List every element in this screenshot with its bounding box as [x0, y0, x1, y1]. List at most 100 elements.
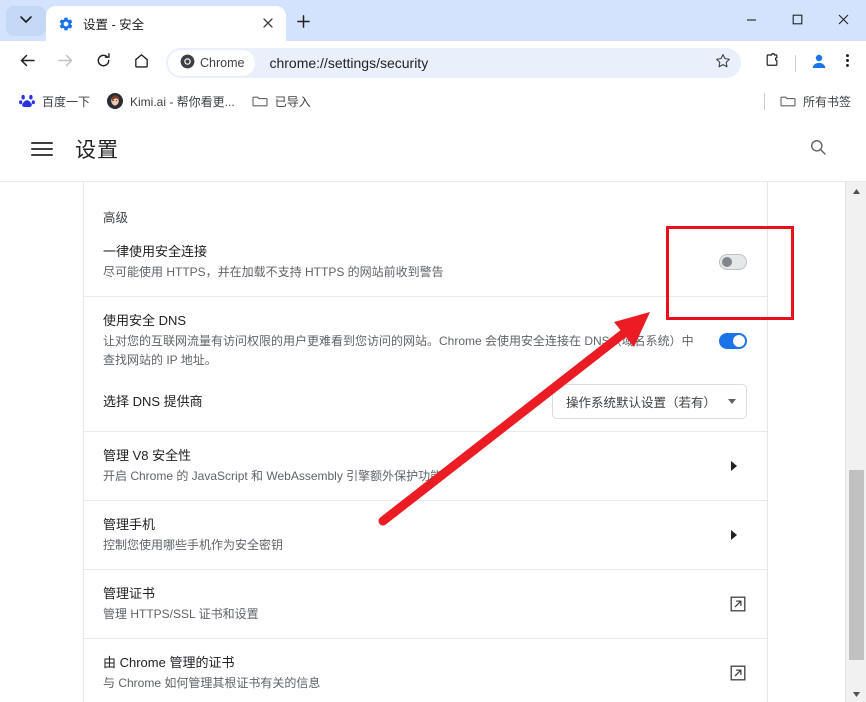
search-icon: [809, 138, 827, 161]
row-subtitle: 让对您的互联网流量有访问权限的用户更难看到您访问的网站。Chrome 会使用安全…: [103, 334, 694, 367]
row-subtitle: 控制您使用哪些手机作为安全密钥: [103, 538, 284, 552]
row-title: 管理 V8 安全性: [103, 448, 192, 463]
page-scrollbar[interactable]: [845, 182, 866, 702]
row-subtitle: 管理 HTTPS/SSL 证书和设置: [103, 607, 259, 621]
profile-avatar-icon: [810, 52, 828, 75]
row-text: 管理手机 控制您使用哪些手机作为安全密钥: [103, 515, 731, 555]
settings-header: 设置: [0, 117, 866, 182]
back-button[interactable]: [12, 48, 42, 78]
puzzle-piece-icon: [764, 52, 781, 74]
bookmark-item[interactable]: Kimi.ai - 帮你看更...: [100, 89, 242, 113]
tab-close-button[interactable]: [258, 14, 278, 34]
bookmarks-bar: 百度一下 Kimi.ai - 帮你看更... 已导入 所有书签: [0, 85, 866, 117]
toolbar-right-actions: [745, 48, 866, 78]
setting-row-chrome-root-store[interactable]: 由 Chrome 管理的证书 与 Chrome 如何管理其根证书有关的信息: [84, 639, 767, 702]
minimize-button[interactable]: [728, 0, 774, 41]
maximize-icon: [792, 12, 803, 30]
scrollbar-thumb[interactable]: [849, 470, 864, 660]
all-bookmarks-button[interactable]: 所有书签: [773, 89, 858, 113]
toggle-knob: [733, 334, 745, 347]
chevron-right-icon[interactable]: [731, 461, 741, 471]
row-subtitle: 与 Chrome 如何管理其根证书有关的信息: [103, 676, 321, 690]
page-title: 设置: [75, 139, 119, 162]
toggle-knob: [722, 257, 732, 267]
browser-window: 设置 - 安全 Chrome chrome://settings/securit…: [0, 0, 866, 702]
chevron-down-icon: [19, 12, 33, 31]
row-text: 管理证书 管理 HTTPS/SSL 证书和设置: [103, 584, 729, 624]
url-text[interactable]: chrome://settings/security: [269, 55, 709, 71]
scroll-down-arrow-icon: [852, 685, 861, 702]
tab-title: 设置 - 安全: [83, 18, 145, 32]
chevron-right-icon[interactable]: [731, 530, 741, 540]
row-text: 管理 V8 安全性 开启 Chrome 的 JavaScript 和 WebAs…: [103, 446, 731, 486]
settings-gear-icon: [58, 16, 74, 32]
settings-content: 高级 一律使用安全连接 尽可能使用 HTTPS，并在加载不支持 HTTPS 的网…: [0, 182, 866, 702]
external-link-icon[interactable]: [729, 595, 747, 613]
section-label-advanced: 高级: [103, 211, 129, 225]
new-tab-button[interactable]: [290, 11, 316, 37]
row-title: 管理证书: [103, 586, 156, 601]
profile-button[interactable]: [804, 48, 834, 78]
window-controls: [728, 0, 866, 41]
all-bookmarks-label: 所有书签: [802, 94, 851, 109]
row-text: 使用安全 DNS 让对您的互联网流量有访问权限的用户更难看到您访问的网站。Chr…: [103, 311, 719, 370]
browser-toolbar: Chrome chrome://settings/security: [0, 41, 866, 85]
hamburger-menu-icon[interactable]: [31, 138, 53, 160]
kimi-favicon: [107, 93, 124, 109]
home-button[interactable]: [126, 48, 156, 78]
setting-row-secure-dns[interactable]: 使用安全 DNS 让对您的互联网流量有访问权限的用户更难看到您访问的网站。Chr…: [84, 297, 767, 378]
scrollbar-up-button[interactable]: [846, 182, 866, 199]
address-bar[interactable]: Chrome chrome://settings/security: [166, 48, 741, 78]
title-bar: 设置 - 安全: [0, 0, 866, 41]
back-arrow-icon: [19, 52, 36, 74]
row-title: 选择 DNS 提供商: [103, 394, 203, 409]
baidu-favicon: [19, 93, 35, 109]
settings-search-button[interactable]: [806, 137, 830, 161]
dns-provider-select[interactable]: 操作系统默认设置（若有）: [551, 384, 747, 419]
three-dot-menu-icon: [840, 53, 855, 73]
browser-tab[interactable]: 设置 - 安全: [46, 6, 286, 41]
setting-row-v8-security[interactable]: 管理 V8 安全性 开启 Chrome 的 JavaScript 和 WebAs…: [84, 432, 767, 501]
toolbar-divider: [795, 54, 796, 72]
tab-search-button[interactable]: [6, 6, 46, 36]
bookmark-label: Kimi.ai - 帮你看更...: [130, 94, 235, 109]
bookmarks-bar-right: 所有书签: [756, 89, 866, 113]
external-link-icon[interactable]: [729, 664, 747, 682]
setting-row-https-only[interactable]: 一律使用安全连接 尽可能使用 HTTPS，并在加载不支持 HTTPS 的网站前收…: [84, 226, 767, 297]
setting-row-manage-phones[interactable]: 管理手机 控制您使用哪些手机作为安全密钥: [84, 501, 767, 570]
row-text: 一律使用安全连接 尽可能使用 HTTPS，并在加载不支持 HTTPS 的网站前收…: [103, 242, 719, 282]
close-icon: [263, 15, 273, 33]
setting-row-dns-provider[interactable]: 选择 DNS 提供商 操作系统默认设置（若有）: [84, 378, 767, 432]
row-text: 由 Chrome 管理的证书 与 Chrome 如何管理其根证书有关的信息: [103, 653, 729, 693]
bookmark-star-button[interactable]: [709, 49, 737, 77]
security-settings-card: 高级 一律使用安全连接 尽可能使用 HTTPS，并在加载不支持 HTTPS 的网…: [84, 182, 768, 702]
reload-button[interactable]: [88, 48, 118, 78]
row-title: 一律使用安全连接: [103, 244, 208, 259]
folder-icon: [252, 93, 268, 109]
scroll-up-arrow-icon: [852, 182, 861, 200]
row-title: 管理手机: [103, 517, 156, 532]
secure-dns-toggle[interactable]: [719, 332, 747, 349]
maximize-button[interactable]: [774, 0, 820, 41]
bookmark-folder-item[interactable]: 已导入: [245, 89, 318, 113]
forward-arrow-icon: [57, 52, 74, 74]
star-icon: [715, 53, 731, 74]
browser-menu-button[interactable]: [834, 48, 860, 78]
scrollbar-down-button[interactable]: [846, 685, 866, 702]
home-icon: [133, 52, 150, 74]
minimize-icon: [746, 12, 757, 30]
row-text: 选择 DNS 提供商: [103, 392, 552, 411]
setting-row-manage-certificates[interactable]: 管理证书 管理 HTTPS/SSL 证书和设置: [84, 570, 767, 639]
extensions-button[interactable]: [757, 48, 787, 78]
row-subtitle: 开启 Chrome 的 JavaScript 和 WebAssembly 引擎额…: [103, 469, 443, 483]
forward-button[interactable]: [50, 48, 80, 78]
row-subtitle: 尽可能使用 HTTPS，并在加载不支持 HTTPS 的网站前收到警告: [103, 265, 444, 279]
window-close-button[interactable]: [820, 0, 866, 41]
chevron-down-icon: [728, 399, 736, 404]
reload-icon: [95, 52, 112, 74]
settings-sidebar: [0, 182, 84, 702]
https-only-toggle[interactable]: [719, 254, 747, 270]
chrome-origin-chip[interactable]: Chrome: [168, 50, 256, 76]
chrome-chip-label: Chrome: [200, 56, 245, 70]
bookmark-item[interactable]: 百度一下: [12, 89, 97, 113]
